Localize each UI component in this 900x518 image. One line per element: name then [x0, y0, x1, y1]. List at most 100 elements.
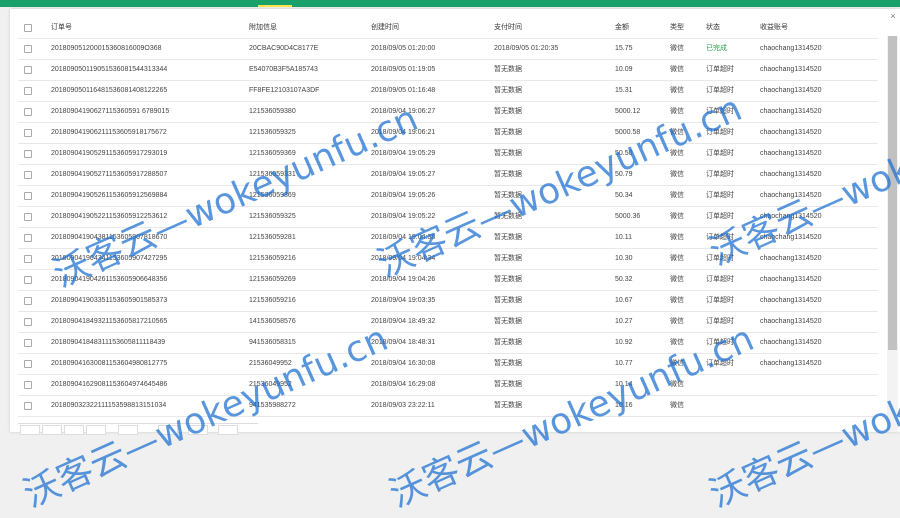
cell-paid: 暂无数据 — [494, 339, 522, 346]
close-icon[interactable]: × — [889, 12, 897, 21]
column-header-attach[interactable]: 附加信息 — [249, 17, 277, 38]
row-checkbox[interactable] — [24, 108, 32, 116]
table-row[interactable]: 201809041903351153605901585373 1215360592… — [18, 290, 878, 312]
row-checkbox[interactable] — [24, 297, 32, 305]
table-row[interactable]: 201809041905261153605912569884 1215360593… — [18, 185, 878, 207]
cell-attach: 20CBAC90D4C8177E — [249, 45, 319, 52]
page-button[interactable] — [158, 425, 178, 435]
table-row[interactable]: 20180904190627115360591 6789015 121536059… — [18, 101, 878, 123]
cell-paid: 暂无数据 — [494, 360, 522, 367]
cell-attach: 121536059369 — [249, 150, 296, 157]
page-button[interactable] — [118, 425, 138, 435]
table-row[interactable]: 201809041848311153605811118439 9415360583… — [18, 332, 878, 354]
cell-paid: 暂无数据 — [494, 66, 522, 73]
table-row[interactable]: 201809051200015360816009O368 20CBAC90D4C8… — [18, 38, 878, 60]
cell-amount: 10.27 — [615, 318, 633, 325]
cell-amount: 50.50 — [615, 150, 633, 157]
cell-amount: 50.32 — [615, 276, 633, 283]
cell-status: 订单超时 — [706, 339, 734, 346]
cell-created: 2018/09/05 01:16:48 — [371, 87, 436, 94]
page-button[interactable] — [64, 425, 84, 435]
row-checkbox[interactable] — [24, 213, 32, 221]
cell-status: 订单超时 — [706, 129, 734, 136]
table-row[interactable]: 201809041629081153604974645486 2153604995… — [18, 374, 878, 396]
table-row[interactable]: 201809032322111153598813151034 9415359882… — [18, 395, 878, 417]
table-row[interactable]: 201809041905221153605912253612 1215360593… — [18, 206, 878, 228]
page-button[interactable] — [188, 425, 208, 435]
cell-type: 微信 — [670, 213, 684, 220]
row-checkbox[interactable] — [24, 339, 32, 347]
cell-order-no: 201809050116481536081408122265 — [51, 87, 168, 94]
cell-created: 2018/09/04 18:48:31 — [371, 339, 436, 346]
row-checkbox[interactable] — [24, 255, 32, 263]
order-table: 订单号 附加信息 创建时间 支付时间 金额 类型 状态 收益账号 2018090… — [18, 17, 878, 423]
row-checkbox[interactable] — [24, 66, 32, 74]
cell-created: 2018/09/04 19:04:34 — [371, 255, 436, 262]
column-header-paid[interactable]: 支付时间 — [494, 17, 522, 38]
column-header-order-no[interactable]: 订单号 — [51, 17, 72, 38]
table-row[interactable]: 201809050119051536081544313344 E54070B3F5… — [18, 59, 878, 81]
row-checkbox[interactable] — [24, 381, 32, 389]
scrollbar-thumb[interactable] — [888, 36, 897, 350]
row-checkbox[interactable] — [24, 402, 32, 410]
column-header-created[interactable]: 创建时间 — [371, 17, 399, 38]
page-button[interactable] — [218, 425, 238, 435]
row-checkbox[interactable] — [24, 129, 32, 137]
row-checkbox[interactable] — [24, 171, 32, 179]
table-row[interactable]: 201809041849321153605817210565 1415360585… — [18, 311, 878, 333]
row-checkbox[interactable] — [24, 360, 32, 368]
cell-account: chaochang1314520 — [760, 66, 822, 73]
page-button[interactable] — [20, 425, 40, 435]
cell-type: 微信 — [670, 171, 684, 178]
cell-created: 2018/09/04 19:05:29 — [371, 150, 436, 157]
cell-created: 2018/09/04 16:30:08 — [371, 360, 436, 367]
column-header-type[interactable]: 类型 — [670, 17, 684, 38]
column-header-status[interactable]: 状态 — [706, 17, 720, 38]
top-nav-bar — [0, 0, 900, 7]
row-checkbox[interactable] — [24, 234, 32, 242]
cell-status: 订单超时 — [706, 360, 734, 367]
cell-attach: 121536059325 — [249, 213, 296, 220]
table-row[interactable]: 201809041906211153605918175672 1215360593… — [18, 122, 878, 144]
table-row[interactable]: 201809041905291153605917293019 1215360593… — [18, 143, 878, 165]
cell-type: 微信 — [670, 339, 684, 346]
cell-paid: 暂无数据 — [494, 318, 522, 325]
cell-type: 微信 — [670, 255, 684, 262]
column-header-amount[interactable]: 金额 — [615, 17, 629, 38]
cell-status: 订单超时 — [706, 150, 734, 157]
row-checkbox[interactable] — [24, 45, 32, 53]
row-checkbox[interactable] — [24, 276, 32, 284]
cell-paid: 暂无数据 — [494, 297, 522, 304]
cell-order-no: 201809051200015360816009O368 — [51, 45, 162, 52]
cell-amount: 10.14 — [615, 381, 633, 388]
cell-amount: 10.30 — [615, 255, 633, 262]
cell-order-no: 201809041630081153604980812775 — [51, 360, 168, 367]
page-button[interactable] — [86, 425, 106, 435]
table-row[interactable]: 201809041630081153604980812775 2153604995… — [18, 353, 878, 375]
column-header-account[interactable]: 收益账号 — [760, 17, 788, 38]
cell-attach: 121536059216 — [249, 255, 296, 262]
cell-amount: 10.77 — [615, 360, 633, 367]
table-row[interactable]: 201809041905271153605917288507 1215360593… — [18, 164, 878, 186]
table-row[interactable]: 201809041904341153605907427295 1215360592… — [18, 248, 878, 270]
cell-account: chaochang1314520 — [760, 45, 822, 52]
select-all-checkbox[interactable] — [24, 24, 32, 32]
row-checkbox[interactable] — [24, 318, 32, 326]
cell-amount: 10.11 — [615, 234, 632, 241]
table-row[interactable]: 201809041904381153605907818670 1215360592… — [18, 227, 878, 249]
row-checkbox[interactable] — [24, 192, 32, 200]
table-row[interactable]: 201809050116481536081408122265 FF8FE12103… — [18, 80, 878, 102]
cell-attach: 121536059331 — [249, 171, 296, 178]
cell-paid: 暂无数据 — [494, 255, 522, 262]
cell-paid: 暂无数据 — [494, 108, 522, 115]
cell-paid: 暂无数据 — [494, 129, 522, 136]
cell-status: 订单超时 — [706, 66, 734, 73]
cell-paid: 暂无数据 — [494, 150, 522, 157]
cell-account: chaochang1314520 — [760, 192, 822, 199]
row-checkbox[interactable] — [24, 87, 32, 95]
table-row[interactable]: 201809041904261153605906648356 1215360592… — [18, 269, 878, 291]
active-tab-indicator — [258, 5, 292, 7]
cell-account: chaochang1314520 — [760, 276, 822, 283]
row-checkbox[interactable] — [24, 150, 32, 158]
page-button[interactable] — [42, 425, 62, 435]
